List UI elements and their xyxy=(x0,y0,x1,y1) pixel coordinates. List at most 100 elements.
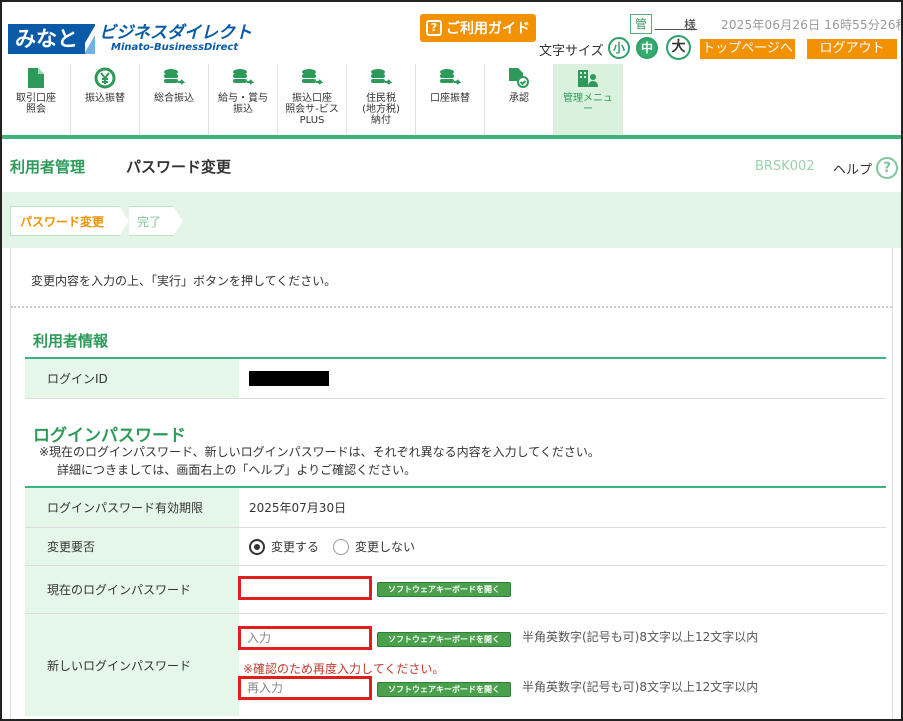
nav-direct-debit[interactable]: 口座振替 xyxy=(416,64,485,136)
nav-payroll-transfer[interactable]: 給与・賞与 振込 xyxy=(209,64,278,136)
login-id-label: ログインID xyxy=(25,359,239,398)
main-nav: 取引口座 照会 振込振替 総合振込 給与・賞与 振込 振込口座 照会サ-ビス P… xyxy=(2,64,901,136)
table-row: 新しいログインパスワード 入力 ソフトウェアキーボードを開く 半角英数字(記号も… xyxy=(25,614,886,716)
honorific: 様 xyxy=(684,18,697,32)
expiry-value: 2025年07月30日 xyxy=(249,501,347,515)
dotted-divider xyxy=(11,306,892,308)
radio-checked-icon xyxy=(249,538,265,555)
category-title: 利用者管理 xyxy=(10,158,86,176)
fontsize-medium-button[interactable]: 中 xyxy=(636,37,658,59)
coins-arrow-icon xyxy=(439,67,461,89)
user-info-table: ログインID xyxy=(25,357,886,399)
nav-label: 管理メニュ ー xyxy=(563,93,613,115)
logo-jp: ビジネスダイレクト xyxy=(99,23,252,43)
nav-account-inquiry-plus[interactable]: 振込口座 照会サ-ビス PLUS xyxy=(278,64,347,136)
nav-approval[interactable]: 承認 xyxy=(485,64,554,136)
page-title: パスワード変更 xyxy=(126,158,232,176)
new-password-hint: 半角英数字(記号も可)8文字以上12文字以内 xyxy=(522,630,759,644)
login-id-value xyxy=(239,359,886,398)
fontsize-label: 文字サイズ xyxy=(539,44,604,59)
radio-unchecked-icon xyxy=(333,538,350,555)
current-password-cell: ソフトウェアキーボードを開く xyxy=(238,566,886,613)
software-keyboard-button[interactable]: ソフトウェアキーボードを開く xyxy=(377,682,511,697)
nav-label: 取引口座 照会 xyxy=(16,93,56,115)
step-arrow xyxy=(119,206,129,236)
login-datetime: 2025年06月26日 16時55分26秒 xyxy=(721,18,903,32)
header: みなと ビジネスダイレクト Minato-BusinessDirect ? ご利… xyxy=(2,2,901,64)
coins-arrow-icon xyxy=(163,67,185,89)
logo-swoosh xyxy=(85,24,95,54)
radio-change-no[interactable]: 変更しない xyxy=(333,538,415,555)
nav-bulk-transfer[interactable]: 総合振込 xyxy=(140,64,209,136)
expiry-label: ログインパスワード有効期限 xyxy=(25,488,239,527)
confirm-password-hint: 半角英数字(記号も可)8文字以上12文字以内 xyxy=(522,680,759,694)
new-password-cell: 入力 ソフトウェアキーボードを開く 半角英数字(記号も可)8文字以上12文字以内… xyxy=(238,614,886,716)
change-label: 変更要否 xyxy=(25,528,239,565)
confirm-warning: ※確認のため再度入力してください。 xyxy=(243,662,445,676)
logout-button[interactable]: ログアウト xyxy=(807,39,897,59)
nav-resident-tax[interactable]: 住民税 (地方税) 納付 xyxy=(347,64,416,136)
yen-transfer-icon xyxy=(94,67,116,89)
nav-label: 承認 xyxy=(509,93,529,104)
confirm-password-input[interactable]: 再入力 xyxy=(238,676,372,700)
masked-login-id xyxy=(249,371,329,386)
new-password-label: 新しいログインパスワード xyxy=(25,614,239,716)
new-password-input[interactable]: 入力 xyxy=(238,626,372,650)
current-password-input[interactable] xyxy=(238,576,372,600)
password-note-2: 詳細につきましては、画面右上の「ヘルプ」よりご確認ください。 xyxy=(57,463,417,477)
password-note-1: ※現在のログインパスワード、新しいログインパスワードは、それぞれ異なる内容を入力… xyxy=(39,445,600,459)
table-row: 現在のログインパスワード ソフトウェアキーボードを開く xyxy=(25,566,886,614)
help-label: ヘルプ xyxy=(833,162,873,178)
table-row: ログインID xyxy=(25,359,886,399)
fontsize-small-button[interactable]: 小 xyxy=(608,37,630,59)
fontsize-large-button[interactable]: 大 xyxy=(666,35,691,60)
user-guide-button[interactable]: ? ご利用ガイド xyxy=(420,14,536,42)
logo[interactable]: みなと ビジネスダイレクト Minato-BusinessDirect xyxy=(8,24,252,56)
help-icon: ? xyxy=(876,157,899,179)
software-keyboard-button[interactable]: ソフトウェアキーボードを開く xyxy=(377,632,511,647)
coins-arrow-icon xyxy=(370,67,392,89)
main-panel: 変更内容を入力の上、「実行」ボタンを押してください。 利用者情報 ログインID … xyxy=(10,248,893,719)
software-keyboard-button[interactable]: ソフトウェアキーボードを開く xyxy=(377,582,511,597)
title-row: 利用者管理 パスワード変更 BRSK002 ヘルプ ? xyxy=(2,139,901,192)
instruction-text: 変更内容を入力の上、「実行」ボタンを押してください。 xyxy=(31,274,337,288)
nav-label: 総合振込 xyxy=(154,93,194,104)
current-password-label: 現在のログインパスワード xyxy=(25,566,239,613)
radio-change-yes-label: 変更する xyxy=(271,540,320,554)
nav-label: 振込口座 照会サ-ビス PLUS xyxy=(285,93,339,126)
nav-label: 住民税 (地方税) 納付 xyxy=(362,93,400,126)
radio-change-no-label: 変更しない xyxy=(355,540,416,554)
step-arrow xyxy=(173,206,183,236)
top-page-button[interactable]: トップページへ xyxy=(700,39,795,59)
screen-id: BRSK002 xyxy=(755,159,815,174)
table-row: 変更要否 変更する 変更しない xyxy=(25,528,886,566)
nav-label: 口座振替 xyxy=(430,93,470,104)
guide-icon: ? xyxy=(426,20,442,36)
logo-text: ビジネスダイレクト Minato-BusinessDirect xyxy=(99,24,252,54)
nav-admin-menu[interactable]: 管理メニュ ー xyxy=(554,64,623,136)
table-row: ログインパスワード有効期限 2025年07月30日 xyxy=(25,488,886,528)
document-icon xyxy=(25,67,47,89)
app-window: みなと ビジネスダイレクト Minato-BusinessDirect ? ご利… xyxy=(0,0,903,721)
progress-steps: パスワード変更 完了 xyxy=(2,192,901,248)
nav-label: 給与・賞与 振込 xyxy=(218,93,268,115)
step-password-change: パスワード変更 xyxy=(10,206,120,236)
radio-change-yes[interactable]: 変更する xyxy=(249,538,319,555)
login-password-heading: ログインパスワード xyxy=(33,426,186,446)
nav-account-inquiry[interactable]: 取引口座 照会 xyxy=(2,64,71,136)
change-options: 変更する 変更しない xyxy=(239,528,886,565)
help-link[interactable]: ヘルプ ? xyxy=(833,157,899,179)
password-table: ログインパスワード有効期限 2025年07月30日 変更要否 変更する 変更しな… xyxy=(25,486,886,716)
logo-main: みなと xyxy=(8,24,85,54)
coins-arrow-icon xyxy=(301,67,323,89)
logo-en: Minato-BusinessDirect xyxy=(111,42,239,53)
step-complete: 完了 xyxy=(129,206,174,236)
nav-transfer[interactable]: 振込振替 xyxy=(71,64,140,136)
user-info-heading: 利用者情報 xyxy=(33,332,109,350)
nav-label: 振込振替 xyxy=(85,93,125,104)
building-person-icon xyxy=(577,67,599,89)
admin-badge: 管 xyxy=(630,14,652,34)
guide-label: ご利用ガイド xyxy=(446,21,530,37)
document-check-icon xyxy=(508,67,530,89)
coins-arrow-icon xyxy=(232,67,254,89)
